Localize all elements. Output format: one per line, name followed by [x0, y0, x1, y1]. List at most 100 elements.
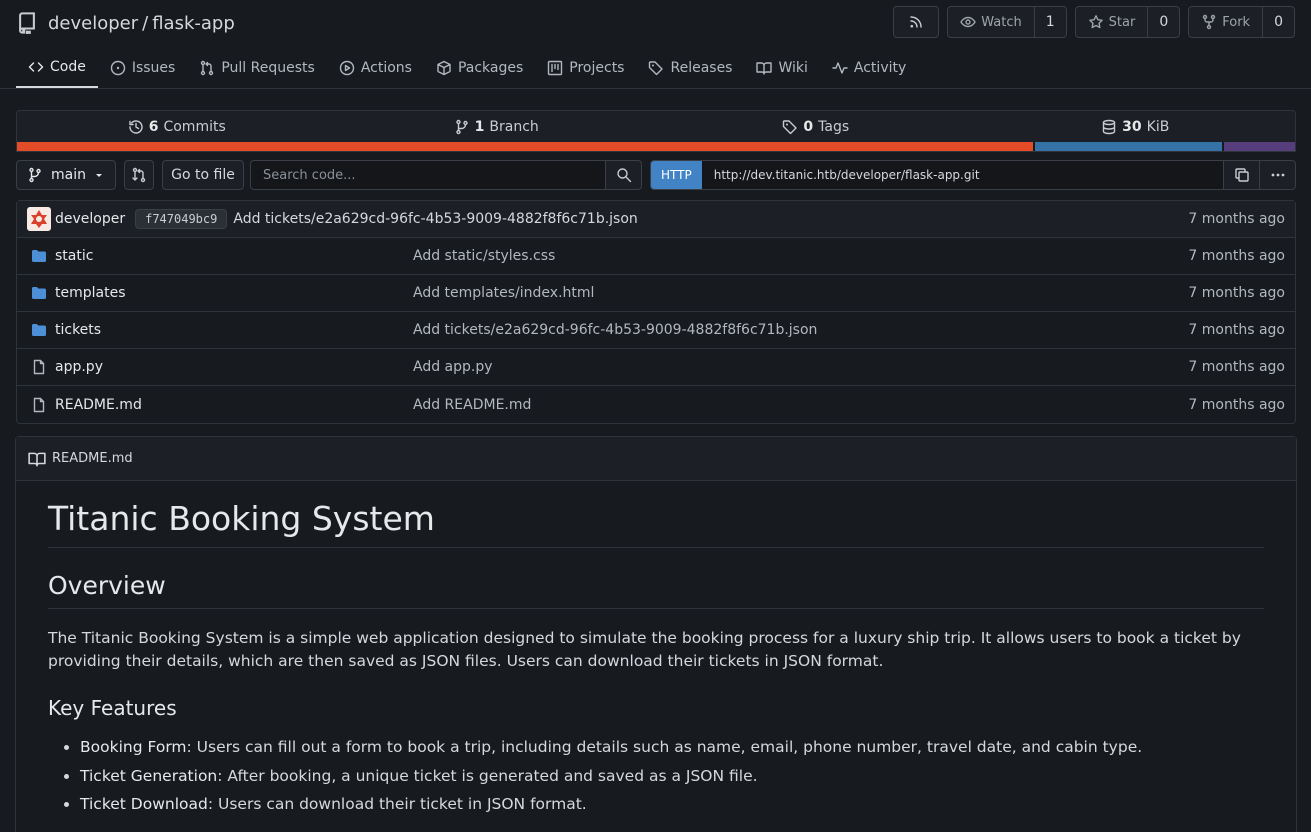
size-count: 30	[1122, 119, 1142, 135]
code-icon	[28, 59, 44, 75]
tabs-divider	[0, 88, 1311, 89]
star-count[interactable]: 0	[1147, 7, 1179, 37]
file-commit-message[interactable]: Add static/styles.css	[413, 248, 555, 264]
readme-panel: README.md Titanic Booking System Overvie…	[15, 436, 1297, 832]
kebab-icon	[1270, 167, 1286, 183]
branches-count: 1	[474, 119, 485, 135]
table-row[interactable]: static Add static/styles.css 7 months ag…	[17, 238, 1295, 275]
commit-sha-link[interactable]: f747049bc9	[135, 209, 228, 229]
go-to-file-button[interactable]: Go to file	[162, 160, 244, 190]
language-bar[interactable]	[17, 142, 1295, 151]
repo-header: developer / flask-app	[16, 8, 235, 38]
repo-stats: 6 Commits 1 Branch 0 Tags 30 KiB	[16, 110, 1296, 152]
readme-filename[interactable]: README.md	[52, 451, 133, 466]
size-label: KiB	[1146, 119, 1170, 135]
issue-icon	[110, 60, 126, 76]
tab-packages[interactable]: Packages	[424, 48, 535, 88]
book-icon	[756, 60, 773, 76]
readme-features-list: Booking Form: Users can fill out a form …	[48, 733, 1264, 819]
commit-message-link[interactable]: Add tickets/e2a629cd-96fc-4b53-9009-4882…	[233, 211, 637, 227]
language-segment	[17, 142, 1033, 151]
tab-code[interactable]: Code	[16, 48, 98, 88]
code-search	[250, 160, 642, 190]
branch-dropdown[interactable]: main	[16, 160, 116, 190]
database-icon	[1101, 119, 1117, 135]
copy-url-button[interactable]	[1223, 161, 1259, 189]
fork-button[interactable]: Fork 0	[1188, 6, 1295, 38]
file-table: developer f747049bc9 Add tickets/e2a629c…	[16, 200, 1296, 424]
more-options-button[interactable]	[1259, 161, 1295, 189]
branches-link[interactable]: 1 Branch	[337, 119, 657, 135]
tag-icon	[782, 119, 798, 135]
commit-age: 7 months ago	[1188, 211, 1285, 227]
table-row[interactable]: templates Add templates/index.html 7 mon…	[17, 275, 1295, 312]
tab-activity[interactable]: Activity	[820, 48, 918, 88]
feature-title: Ticket Download	[80, 795, 208, 813]
repo-title: developer / flask-app	[48, 13, 235, 34]
clone-url-input[interactable]: http://dev.titanic.htb/developer/flask-a…	[701, 161, 1223, 189]
file-name-link[interactable]: static	[55, 248, 413, 264]
tags-count: 0	[803, 119, 814, 135]
tab-label: Projects	[569, 60, 625, 76]
readme-overview-text: The Titanic Booking System is a simple w…	[48, 629, 1241, 670]
compare-button[interactable]	[124, 160, 154, 190]
tab-actions[interactable]: Actions	[327, 48, 424, 88]
tags-link[interactable]: 0 Tags	[656, 119, 976, 135]
copy-icon	[1234, 167, 1250, 183]
tab-label: Packages	[457, 60, 524, 76]
compare-icon	[131, 167, 147, 183]
caret-down-icon	[94, 170, 104, 180]
search-input[interactable]	[250, 160, 605, 190]
folder-icon	[31, 285, 47, 301]
folder-icon	[31, 322, 47, 338]
repo-actions: Watch 1 Star 0 Fork 0	[893, 6, 1295, 38]
watch-button[interactable]: Watch 1	[947, 6, 1067, 38]
star-button[interactable]: Star 0	[1074, 6, 1181, 38]
list-item: Booking Form: Users can fill out a form …	[80, 733, 1264, 762]
file-name-link[interactable]: README.md	[55, 397, 413, 413]
list-item: Ticket Generation: After booking, a uniq…	[80, 762, 1264, 791]
tab-issues[interactable]: Issues	[98, 48, 188, 88]
file-age: 7 months ago	[1188, 248, 1285, 264]
commits-link[interactable]: 6 Commits	[17, 119, 337, 135]
tab-projects[interactable]: Projects	[535, 48, 636, 88]
star-label: Star	[1108, 14, 1136, 30]
readme-content: Titanic Booking System Overview The Tita…	[16, 481, 1296, 819]
commit-author-link[interactable]: developer	[55, 211, 125, 227]
file-commit-message[interactable]: Add templates/index.html	[413, 285, 594, 301]
avatar[interactable]	[27, 207, 51, 231]
file-name-link[interactable]: app.py	[55, 359, 413, 375]
tab-pull-requests[interactable]: Pull Requests	[187, 48, 326, 88]
branch-icon	[454, 119, 470, 135]
repo-name-link[interactable]: flask-app	[152, 13, 235, 34]
rss-icon	[908, 14, 924, 30]
watch-count[interactable]: 1	[1033, 7, 1066, 37]
tab-releases[interactable]: Releases	[636, 48, 744, 88]
file-commit-message[interactable]: Add README.md	[413, 397, 531, 413]
readme-header: README.md	[16, 437, 1296, 481]
feature-title: Ticket Generation	[80, 766, 218, 785]
tag-icon	[648, 60, 664, 76]
package-icon	[436, 60, 452, 76]
file-commit-message[interactable]: Add app.py	[413, 359, 493, 375]
table-row[interactable]: app.py Add app.py 7 months ago	[17, 349, 1295, 386]
language-segment	[1033, 142, 1223, 151]
table-row[interactable]: tickets Add tickets/e2a629cd-96fc-4b53-9…	[17, 312, 1295, 349]
history-icon	[128, 119, 144, 135]
repo-owner-link[interactable]: developer	[48, 13, 138, 34]
rss-button[interactable]	[893, 6, 940, 38]
commits-count: 6	[148, 119, 159, 135]
file-name-link[interactable]: tickets	[55, 322, 413, 338]
folder-icon	[31, 248, 47, 264]
file-icon	[31, 359, 47, 375]
search-button[interactable]	[605, 160, 642, 190]
play-icon	[339, 60, 355, 76]
tab-wiki[interactable]: Wiki	[744, 48, 819, 88]
file-commit-message[interactable]: Add tickets/e2a629cd-96fc-4b53-9009-4882…	[413, 322, 817, 338]
file-name-link[interactable]: templates	[55, 285, 413, 301]
table-row[interactable]: README.md Add README.md 7 months ago	[17, 386, 1295, 423]
file-age: 7 months ago	[1188, 285, 1285, 301]
fork-count[interactable]: 0	[1262, 7, 1294, 37]
tab-label: Issues	[131, 60, 176, 76]
clone-protocol-button[interactable]: HTTP	[651, 161, 702, 189]
